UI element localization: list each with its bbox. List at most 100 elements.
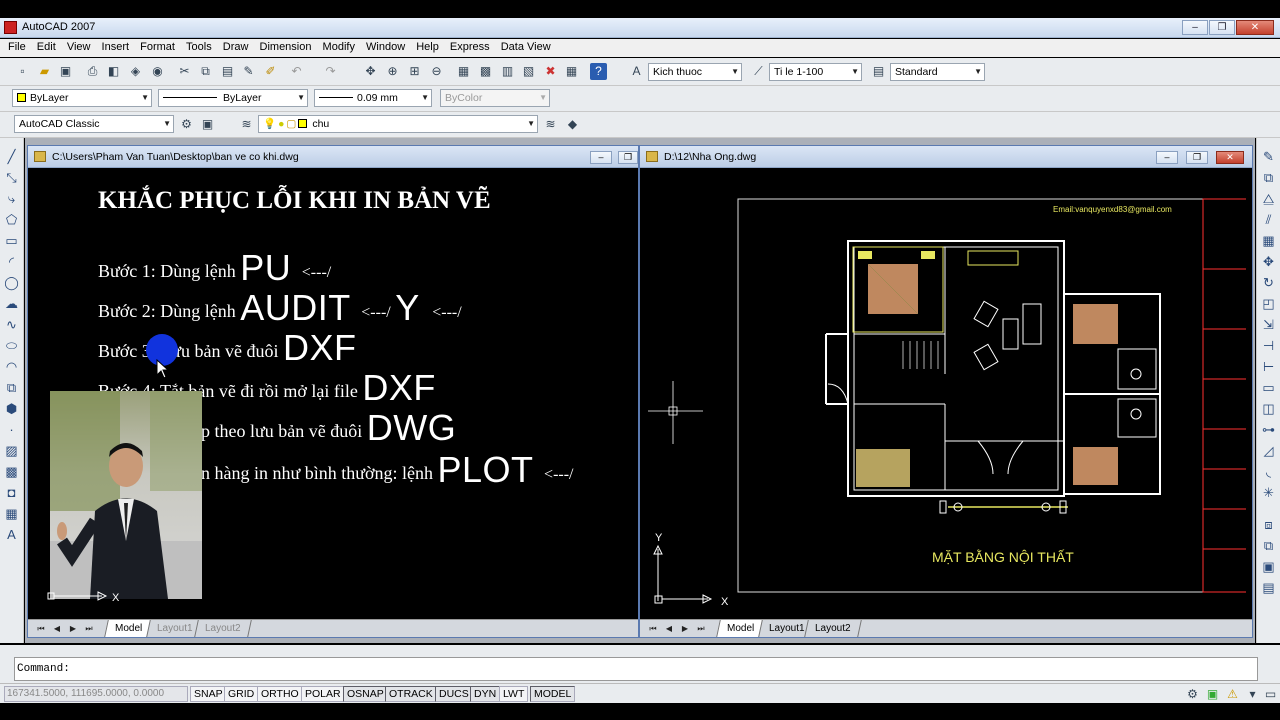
offset-icon[interactable]: ⫽ xyxy=(1260,211,1277,228)
prev-tab-icon[interactable]: ◀ xyxy=(50,622,64,635)
prev-tab-icon[interactable]: ◀ xyxy=(662,622,676,635)
document-title-bar[interactable]: D:\12\Nha Ong.dwg – ❐ ✕ xyxy=(640,146,1252,168)
table-style-icon[interactable]: ▤ xyxy=(870,63,887,80)
dimstyle-combo[interactable]: Kich thuoc ▼ xyxy=(648,63,742,81)
menu-format[interactable]: Format xyxy=(140,39,175,53)
command-input[interactable]: Command: xyxy=(14,657,1258,681)
explode-icon[interactable]: ✳ xyxy=(1260,484,1277,501)
workspace-combo[interactable]: AutoCAD Classic ▼ xyxy=(14,115,174,133)
textstyle-combo[interactable]: Standard ▼ xyxy=(890,63,985,81)
tray-settings-icon[interactable]: ⚠ xyxy=(1224,686,1241,703)
help-icon[interactable]: ? xyxy=(590,63,607,80)
doc-restore-button[interactable]: ❐ xyxy=(1186,151,1208,164)
region-icon[interactable]: ◘ xyxy=(3,484,20,501)
menu-view[interactable]: View xyxy=(67,39,91,53)
insert-block-icon[interactable]: ⧉ xyxy=(3,379,20,396)
linetype-combo[interactable]: ByLayer ▼ xyxy=(158,89,308,107)
new-icon[interactable]: ▫ xyxy=(14,63,31,80)
design-center-icon[interactable]: ▩ xyxy=(477,63,494,80)
zoom-previous-icon[interactable]: ⊖ xyxy=(428,63,445,80)
copy-object-icon[interactable]: ⧉ xyxy=(1260,169,1277,186)
redo-icon[interactable]: ↷ xyxy=(322,63,339,80)
extend-icon[interactable]: ⊢ xyxy=(1260,358,1277,375)
grid-toggle[interactable]: GRID xyxy=(224,686,259,702)
spline-icon[interactable]: ∿ xyxy=(3,316,20,333)
last-tab-icon[interactable]: ⏭ xyxy=(694,622,708,635)
document-window-right[interactable]: D:\12\Nha Ong.dwg – ❐ ✕ Y X Email:vanquy… xyxy=(639,145,1253,638)
array-icon[interactable]: ▦ xyxy=(1260,232,1277,249)
draw-order-icon[interactable]: ⧈ xyxy=(1260,516,1277,533)
polar-toggle[interactable]: POLAR xyxy=(301,686,345,702)
circle-icon[interactable]: ◯ xyxy=(3,274,20,291)
doc-close-button[interactable]: ✕ xyxy=(1216,151,1244,164)
move-icon[interactable]: ✥ xyxy=(1260,253,1277,270)
dimension-style-icon[interactable]: ⟋ xyxy=(750,63,767,80)
menu-file[interactable]: File xyxy=(8,39,26,53)
hatch-icon[interactable]: ▨ xyxy=(3,442,20,459)
menu-edit[interactable]: Edit xyxy=(37,39,56,53)
markup-icon[interactable]: ✖ xyxy=(542,63,559,80)
osnap-toggle[interactable]: OSNAP xyxy=(343,686,388,702)
model-space-toggle[interactable]: MODEL xyxy=(530,686,576,702)
tab-layout2[interactable]: Layout2 xyxy=(194,620,252,637)
plot-preview-icon[interactable]: ◧ xyxy=(105,63,122,80)
zoom-realtime-icon[interactable]: ⊕ xyxy=(384,63,401,80)
gradient-icon[interactable]: ▩ xyxy=(3,463,20,480)
dyn-toggle[interactable]: DYN xyxy=(470,686,501,702)
clean-screen-icon[interactable]: ▭ xyxy=(1262,686,1279,703)
next-tab-icon[interactable]: ▶ xyxy=(66,622,80,635)
revision-cloud-icon[interactable]: ☁ xyxy=(3,295,20,312)
ellipse-arc-icon[interactable]: ◠ xyxy=(3,358,20,375)
copy-icon[interactable]: ⧉ xyxy=(197,63,214,80)
table-icon[interactable]: ▦ xyxy=(3,505,20,522)
ellipse-icon[interactable]: ⬭ xyxy=(3,337,20,354)
save-icon[interactable]: ▣ xyxy=(57,63,74,80)
point-icon[interactable]: · xyxy=(3,421,20,438)
autocad-app-icon[interactable] xyxy=(4,21,17,34)
stretch-icon[interactable]: ⇲ xyxy=(1260,316,1277,333)
menu-express[interactable]: Express xyxy=(450,39,490,53)
lwt-toggle[interactable]: LWT xyxy=(499,686,529,702)
bring-above-icon[interactable]: ▤ xyxy=(1260,579,1277,596)
arc-icon[interactable]: ◜ xyxy=(3,253,20,270)
workspace-settings-icon[interactable]: ⚙ xyxy=(178,116,195,133)
erase-icon[interactable]: ✎ xyxy=(1260,148,1277,165)
menu-modify[interactable]: Modify xyxy=(323,39,355,53)
pan-icon[interactable]: ✥ xyxy=(362,63,379,80)
join-icon[interactable]: ⊶ xyxy=(1260,421,1277,438)
menu-help[interactable]: Help xyxy=(416,39,439,53)
publish-icon[interactable]: ◈ xyxy=(127,63,144,80)
block-editor-icon[interactable]: ✐ xyxy=(262,63,279,80)
make-current-layer-icon[interactable]: ≋ xyxy=(542,116,559,133)
menu-data-view[interactable]: Data View xyxy=(501,39,551,53)
cut-icon[interactable]: ✂ xyxy=(176,63,193,80)
line-icon[interactable]: ╱ xyxy=(3,148,20,165)
drawing-canvas-left[interactable]: KHẮC PHỤC LỖI KHI IN BẢN VẼ Bước 1: Dùng… xyxy=(36,169,638,619)
menu-draw[interactable]: Draw xyxy=(223,39,249,53)
trim-icon[interactable]: ⊣ xyxy=(1260,337,1277,354)
break-at-point-icon[interactable]: ▭ xyxy=(1260,379,1277,396)
doc-restore-button[interactable]: ❐ xyxy=(618,151,638,164)
restore-button[interactable]: ❐ xyxy=(1209,20,1235,35)
layer-previous-icon[interactable]: ◆ xyxy=(564,116,581,133)
menu-insert[interactable]: Insert xyxy=(102,39,130,53)
last-tab-icon[interactable]: ⏭ xyxy=(82,622,96,635)
undo-icon[interactable]: ↶ xyxy=(288,63,305,80)
fillet-icon[interactable]: ◟ xyxy=(1260,463,1277,480)
text-style-icon[interactable]: A xyxy=(628,63,645,80)
drawing-canvas-right[interactable]: Y X Email:vanquyenxd83@gmail.com MẶT BẰN… xyxy=(648,169,1246,619)
polygon-icon[interactable]: ⬠ xyxy=(3,211,20,228)
document-title-bar[interactable]: C:\Users\Pham Van Tuan\Desktop\ban ve co… xyxy=(28,146,638,168)
plot-icon[interactable]: ⎙ xyxy=(84,63,101,80)
make-block-icon[interactable]: ⬢ xyxy=(3,400,20,417)
zoom-window-icon[interactable]: ⊞ xyxy=(406,63,423,80)
communication-center-icon[interactable]: ⚙ xyxy=(1184,686,1201,703)
construction-line-icon[interactable]: ⤡ xyxy=(3,169,20,186)
doc-minimize-button[interactable]: – xyxy=(590,151,612,164)
layer-combo[interactable]: 💡 ● ▢ chu ▼ xyxy=(258,115,538,133)
mirror-icon[interactable]: ⧋ xyxy=(1260,190,1277,207)
lineweight-combo[interactable]: 0.09 mm ▼ xyxy=(314,89,432,107)
close-button[interactable]: ✕ xyxy=(1236,20,1274,35)
snap-toggle[interactable]: SNAP xyxy=(190,686,227,702)
ducs-toggle[interactable]: DUCS xyxy=(435,686,473,702)
